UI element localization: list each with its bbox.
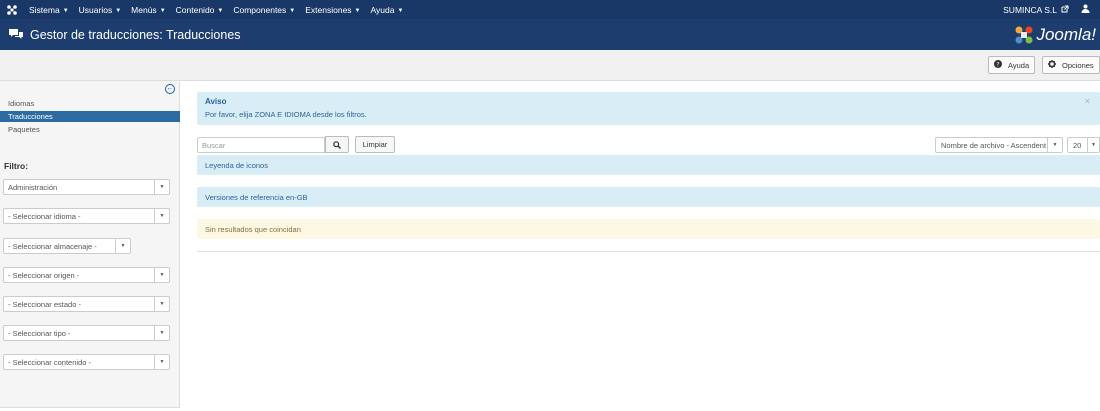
chevron-down-icon: ▼ (154, 209, 169, 223)
filter-language-select[interactable]: - Seleccionar idioma - ▼ (3, 208, 170, 224)
close-icon[interactable]: × (1085, 96, 1090, 106)
external-link-icon[interactable] (1061, 5, 1069, 15)
menu-ayuda[interactable]: Ayuda ▼ (366, 5, 409, 15)
page-header: Gestor de traducciones: Traducciones Joo… (0, 19, 1100, 50)
sidebar-item-idiomas[interactable]: Idiomas (0, 98, 180, 109)
divider (197, 251, 1100, 252)
caret-down-icon: ▼ (217, 7, 224, 14)
chevron-down-icon: ▼ (154, 355, 169, 369)
collapse-sidebar-icon[interactable]: ← (165, 84, 175, 94)
svg-text:?: ? (996, 61, 999, 68)
options-button[interactable]: Opciones (1042, 56, 1100, 74)
main-menu: Sistema ▼ Usuarios ▼ Menús ▼ Contenido ▼ Com… (24, 5, 408, 15)
filter-state-select[interactable]: - Seleccionar estado - ▼ (3, 296, 170, 312)
joomla-logo: Joomla! (1014, 25, 1100, 45)
search-icon (333, 140, 341, 149)
notice-alert: Aviso Por favor, elija ZONA E IDIOMA des… (197, 92, 1100, 125)
search-button[interactable] (325, 136, 349, 153)
notice-message: Por favor, elija ZONA E IDIOMA desde los… (205, 110, 367, 119)
caret-down-icon: ▼ (62, 7, 69, 14)
caret-down-icon: ▼ (115, 7, 122, 14)
top-navbar: Sistema ▼ Usuarios ▼ Menús ▼ Contenido ▼ Com… (0, 0, 1100, 19)
no-results-alert: Sin resultados que coincidan (197, 219, 1100, 239)
sort-select[interactable]: Nombre de archivo - Ascendent ▼ (935, 137, 1063, 153)
reference-versions-panel[interactable]: Versiones de referencia en-GB (197, 187, 1100, 207)
user-icon[interactable] (1081, 4, 1090, 15)
menu-menus[interactable]: Menús ▼ (126, 5, 170, 15)
topnav-right: SUMINCA S.L (1003, 4, 1100, 15)
help-button[interactable]: ? Ayuda (988, 56, 1036, 74)
chevron-down-icon: ▼ (154, 180, 169, 194)
site-name-link[interactable]: SUMINCA S.L (1003, 5, 1057, 15)
menu-contenido[interactable]: Contenido ▼ (171, 5, 229, 15)
chevron-down-icon: ▼ (1087, 138, 1099, 152)
page-title: Gestor de traducciones: Traducciones (30, 27, 241, 42)
filter-client-select[interactable]: Administración ▼ (3, 179, 170, 195)
question-icon: ? (994, 60, 1002, 70)
caret-down-icon: ▼ (397, 7, 404, 14)
caret-down-icon: ▼ (354, 7, 361, 14)
joomla-logo-icon (1015, 26, 1033, 43)
notice-heading: Aviso (205, 97, 227, 106)
filter-storage-select[interactable]: - Seleccionar almacenaje - ▼ (3, 238, 131, 254)
comments-icon (9, 29, 23, 39)
filter-origin-select[interactable]: - Seleccionar origen - ▼ (3, 267, 170, 283)
menu-usuarios[interactable]: Usuarios ▼ (74, 5, 127, 15)
joomla-icon[interactable] (0, 4, 24, 16)
filter-title: Filtro: (4, 161, 29, 171)
list-limit-select[interactable]: 20 ▼ (1067, 137, 1100, 153)
toolbar: ? Ayuda Opciones (0, 50, 1100, 81)
filter-content-select[interactable]: - Seleccionar contenido - ▼ (3, 354, 170, 370)
menu-sistema[interactable]: Sistema ▼ (24, 5, 74, 15)
sidebar-item-traducciones[interactable]: Traducciones (0, 111, 180, 122)
joomla-logo-text: Joomla! (1036, 24, 1096, 44)
caret-down-icon: ▼ (289, 7, 296, 14)
chevron-down-icon: ▼ (154, 268, 169, 282)
chevron-down-icon: ▼ (154, 326, 169, 340)
search-input[interactable]: Buscar (197, 137, 325, 153)
clear-button[interactable]: Limpiar (355, 136, 395, 153)
gear-icon (1048, 60, 1056, 70)
menu-extensiones[interactable]: Extensiones ▼ (300, 5, 365, 15)
chevron-down-icon: ▼ (154, 297, 169, 311)
filter-type-select[interactable]: - Seleccionar tipo - ▼ (3, 325, 170, 341)
sidebar: ← Idiomas Traducciones Paquetes Filtro: … (0, 81, 180, 408)
caret-down-icon: ▼ (159, 7, 166, 14)
sidebar-item-paquetes[interactable]: Paquetes (0, 124, 180, 135)
chevron-down-icon: ▼ (115, 239, 130, 253)
chevron-down-icon: ▼ (1047, 138, 1062, 152)
icon-legend-panel[interactable]: Leyenda de iconos (197, 155, 1100, 175)
menu-componentes[interactable]: Componentes ▼ (228, 5, 300, 15)
